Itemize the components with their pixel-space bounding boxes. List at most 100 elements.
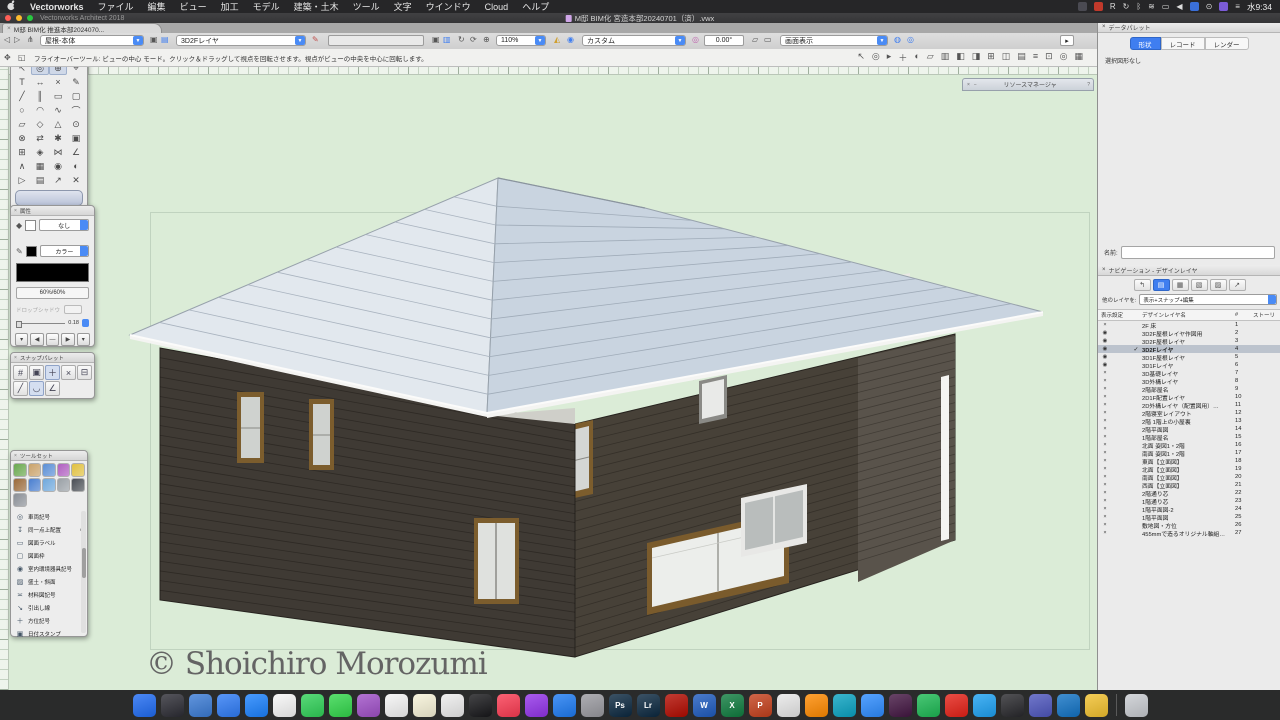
marker-button-0[interactable]: ▾ — [15, 333, 28, 346]
basic-tool-2[interactable]: ⊕ — [49, 66, 67, 75]
flyover-mode-icon[interactable]: ✥ — [4, 53, 11, 62]
name-input[interactable] — [1121, 246, 1275, 259]
close-icon[interactable]: × — [967, 82, 970, 88]
document-tab[interactable]: × M邸 BIM化 推進本部2024070... — [2, 23, 162, 33]
toolset-category-8[interactable] — [57, 478, 71, 492]
basic-tool-7[interactable]: ✎ — [67, 75, 85, 89]
doc-badge-blue-icon[interactable] — [1190, 2, 1199, 11]
dock-drive-icon[interactable] — [1085, 694, 1108, 717]
nav-forward-icon[interactable]: ▷ — [14, 35, 20, 44]
dock-launchpad-icon[interactable] — [189, 694, 212, 717]
visibility-icon[interactable]: × — [1098, 322, 1112, 328]
toolset-item-3[interactable]: ▢図面枠 — [11, 549, 87, 562]
mode-icon-3[interactable]: ＋ — [898, 51, 907, 64]
mode-icon-14[interactable]: ◎ — [1060, 51, 1068, 64]
menu-item-10[interactable]: ヘルプ — [515, 2, 556, 12]
other-layers-selector[interactable]: 表示+スナップ+編集 — [1139, 294, 1277, 305]
dock-calendar-icon[interactable] — [385, 694, 408, 717]
fill-style-selector[interactable]: なし — [39, 219, 89, 231]
zoom-tool-icon[interactable]: ⊕ — [483, 35, 490, 44]
palette-header[interactable]: × 属性 — [11, 206, 94, 216]
dock-spotify-icon[interactable] — [917, 694, 940, 717]
visibility-icon[interactable]: × — [1098, 522, 1112, 528]
visibility-icon[interactable]: × — [1098, 490, 1112, 496]
rotation-angle-field[interactable]: 0.00° — [704, 35, 744, 46]
toolset-category-0[interactable] — [13, 463, 27, 477]
basic-tool-19[interactable]: ⊙ — [67, 117, 85, 131]
dock-edge-icon[interactable] — [833, 694, 856, 717]
dock-system-preferences-icon[interactable] — [581, 694, 604, 717]
mode-icon-7[interactable]: ◧ — [956, 51, 965, 64]
dock-acrobat-icon[interactable] — [665, 694, 688, 717]
toolset-item-2[interactable]: ▭図面ラベル — [11, 536, 87, 549]
tab-close-icon[interactable]: × — [7, 25, 11, 32]
visibility-icon[interactable]: ◉ — [1098, 338, 1112, 344]
basic-tool-0[interactable]: ↖ — [13, 66, 31, 75]
bluetooth-icon[interactable]: ᛒ — [1136, 0, 1141, 13]
fill-bucket-icon[interactable]: ◆ — [16, 221, 22, 230]
dock-terminal-icon[interactable] — [1001, 694, 1024, 717]
dock-youtube-icon[interactable] — [945, 694, 968, 717]
basic-tool-32[interactable]: ▷ — [13, 173, 31, 187]
visibility-icon[interactable]: × — [1098, 506, 1112, 512]
visibility-icon[interactable]: × — [1098, 442, 1112, 448]
menu-item-0[interactable]: ファイル — [91, 2, 141, 12]
sync-icon[interactable]: ↻ — [1123, 0, 1130, 13]
menu-item-9[interactable]: Cloud — [478, 2, 516, 12]
visibility-icon[interactable]: × — [1098, 458, 1112, 464]
toolset-item-6[interactable]: ≍材料図記号 — [11, 588, 87, 601]
apple-menu-icon[interactable] — [0, 0, 23, 13]
close-icon[interactable]: × — [14, 355, 17, 361]
snap-tool-7[interactable]: ∠ — [45, 381, 60, 396]
mode-icon-13[interactable]: ⊡ — [1045, 51, 1053, 64]
toolset-item-7[interactable]: ↘引出し線 — [11, 601, 87, 614]
compass-icon[interactable]: ◎ — [692, 35, 699, 44]
basic-tool-24[interactable]: ⊞ — [13, 145, 31, 159]
app-badge-red-icon[interactable] — [1094, 2, 1103, 11]
input-source-icon[interactable]: R — [1110, 0, 1116, 13]
snap-tool-1[interactable]: ▣ — [29, 365, 44, 380]
snap-tool-2[interactable]: ＋ — [45, 365, 60, 380]
visibility-icon[interactable]: × — [1098, 394, 1112, 400]
toolset-scrollbar[interactable] — [81, 511, 86, 633]
toolset-item-4[interactable]: ◉室内環境器具記号 — [11, 562, 87, 575]
slider-knob[interactable] — [16, 321, 22, 328]
basic-tool-17[interactable]: ◇ — [31, 117, 49, 131]
tab-record[interactable]: レコード — [1161, 37, 1205, 50]
basic-tool-35[interactable]: ✕ — [67, 173, 85, 187]
nav-toolbar-icon-5[interactable]: ↗ — [1229, 279, 1246, 291]
mode-icon-1[interactable]: ◎ — [872, 51, 880, 64]
nav-toolbar-icon-2[interactable]: ▦ — [1172, 279, 1189, 291]
dock-excel-icon[interactable]: X — [721, 694, 744, 717]
toolset-category-10[interactable] — [13, 493, 27, 507]
basic-tool-9[interactable]: ║ — [31, 89, 49, 103]
nav-toolbar-icon-3[interactable]: ▧ — [1191, 279, 1208, 291]
current-view-selector[interactable]: カスタム▼ — [582, 35, 686, 46]
minimize-window-button[interactable] — [16, 15, 22, 21]
visibility-icon[interactable]: × — [1098, 402, 1112, 408]
nav-toolbar-icon-1[interactable]: ▤ — [1153, 279, 1170, 291]
palette-header[interactable]: × スナップパレット — [11, 353, 94, 363]
toolset-category-2[interactable] — [42, 463, 56, 477]
close-icon[interactable]: × — [1102, 24, 1106, 30]
close-icon[interactable]: × — [14, 453, 17, 459]
menu-item-7[interactable]: 文字 — [387, 2, 419, 12]
basic-tool-14[interactable]: ∿ — [49, 103, 67, 117]
layer-row[interactable]: ×455mmで造るオリジナル軸組…27 — [1098, 529, 1280, 537]
basic-tool-31[interactable]: ◐ — [67, 159, 85, 173]
lock-icon[interactable]: ▣ — [432, 35, 440, 44]
dock-tv-icon[interactable] — [469, 694, 492, 717]
opacity-button[interactable]: 60%/60% — [16, 287, 89, 299]
dock-facetime-icon[interactable] — [329, 694, 352, 717]
basic-tool-23[interactable]: ▣ — [67, 131, 85, 145]
tab-render[interactable]: レンダー — [1205, 37, 1249, 50]
toolset-category-7[interactable] — [42, 478, 56, 492]
basic-tool-4[interactable]: T — [13, 75, 31, 89]
mode-icon-6[interactable]: ▥ — [941, 51, 950, 64]
visibility-icon[interactable]: ◉ — [1098, 354, 1112, 360]
mode-icon-10[interactable]: ◫ — [1002, 51, 1011, 64]
mode-icon-12[interactable]: ≡ — [1033, 51, 1038, 64]
mode-icon-0[interactable]: ↖ — [857, 51, 865, 64]
toolset-category-4[interactable] — [71, 463, 85, 477]
nav-toolbar-icon-0[interactable]: ↰ — [1134, 279, 1151, 291]
